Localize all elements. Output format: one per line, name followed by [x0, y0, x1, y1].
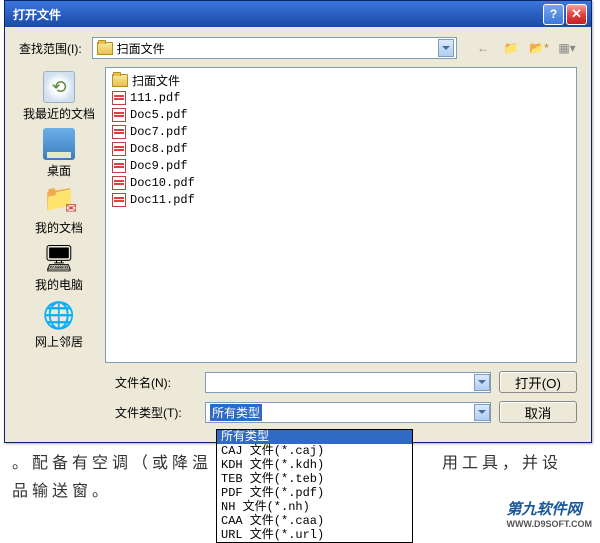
filetype-option[interactable]: CAJ 文件(*.caj) [217, 444, 412, 458]
recent-icon [43, 71, 75, 103]
pdf-icon [112, 142, 126, 156]
file-name: 111.pdf [130, 91, 180, 105]
documents-icon [43, 185, 75, 217]
filename-label: 文件名(N): [115, 374, 197, 391]
computer-icon [43, 242, 75, 274]
look-in-value: 扫面文件 [117, 40, 165, 57]
sidebar-item-documents[interactable]: 我的文档 [35, 185, 83, 236]
file-name: 扫面文件 [132, 72, 180, 89]
open-button[interactable]: 打开(O) [499, 371, 577, 393]
file-item[interactable]: Doc5.pdf [112, 106, 570, 123]
new-folder-icon[interactable]: 📂* [529, 38, 549, 58]
open-file-dialog: 打开文件 ? ✕ 查找范围(I): 扫面文件 ← 📁 📂* ▦▾ 我最近的文档 … [4, 0, 592, 443]
file-item[interactable]: Doc11.pdf [112, 191, 570, 208]
view-menu-icon[interactable]: ▦▾ [557, 38, 577, 58]
dropdown-arrow-icon[interactable] [474, 374, 490, 391]
folder-icon [97, 42, 113, 55]
file-name: Doc8.pdf [130, 142, 188, 156]
filetype-option[interactable]: 所有类型 [217, 430, 412, 444]
file-item[interactable]: 111.pdf [112, 89, 570, 106]
file-name: Doc10.pdf [130, 176, 195, 190]
file-item[interactable]: Doc8.pdf [112, 140, 570, 157]
dropdown-arrow-icon[interactable] [474, 404, 490, 421]
back-icon[interactable]: ← [473, 38, 493, 58]
pdf-icon [112, 159, 126, 173]
file-item[interactable]: Doc7.pdf [112, 123, 570, 140]
cancel-button[interactable]: 取消 [499, 401, 577, 423]
desktop-icon [43, 128, 75, 160]
filetype-option[interactable]: TEB 文件(*.teb) [217, 472, 412, 486]
file-item[interactable]: 扫面文件 [112, 72, 570, 89]
filetype-option[interactable]: CAA 文件(*.caa) [217, 514, 412, 528]
filetype-combo[interactable]: 所有类型 [205, 402, 491, 423]
file-item[interactable]: Doc10.pdf [112, 174, 570, 191]
network-icon [43, 299, 75, 331]
titlebar[interactable]: 打开文件 ? ✕ [5, 1, 591, 27]
sidebar-item-recent[interactable]: 我最近的文档 [23, 71, 95, 122]
sidebar-item-network[interactable]: 网上邻居 [35, 299, 83, 350]
look-in-row: 查找范围(I): 扫面文件 ← 📁 📂* ▦▾ [5, 27, 591, 67]
file-name: Doc5.pdf [130, 108, 188, 122]
filetype-option[interactable]: URL 文件(*.url) [217, 528, 412, 542]
filename-input[interactable] [205, 372, 491, 393]
filetype-option[interactable]: KDH 文件(*.kdh) [217, 458, 412, 472]
folder-icon [112, 74, 128, 87]
sidebar-item-computer[interactable]: 我的电脑 [35, 242, 83, 293]
pdf-icon [112, 108, 126, 122]
help-button[interactable]: ? [543, 4, 564, 25]
file-name: Doc9.pdf [130, 159, 188, 173]
file-item[interactable]: Doc9.pdf [112, 157, 570, 174]
filetype-option[interactable]: PDF 文件(*.pdf) [217, 486, 412, 500]
watermark: 第九软件网 WWW.D9SOFT.COM [507, 498, 593, 529]
file-name: Doc7.pdf [130, 125, 188, 139]
pdf-icon [112, 125, 126, 139]
pdf-icon [112, 91, 126, 105]
filetype-dropdown-list[interactable]: 所有类型CAJ 文件(*.caj)KDH 文件(*.kdh)TEB 文件(*.t… [216, 429, 413, 543]
close-button[interactable]: ✕ [566, 4, 587, 25]
filetype-label: 文件类型(T): [115, 404, 197, 421]
file-name: Doc11.pdf [130, 193, 195, 207]
pdf-icon [112, 176, 126, 190]
places-sidebar: 我最近的文档 桌面 我的文档 我的电脑 网上邻居 [13, 67, 105, 363]
filetype-option[interactable]: NH 文件(*.nh) [217, 500, 412, 514]
pdf-icon [112, 193, 126, 207]
dropdown-arrow-icon[interactable] [438, 39, 454, 57]
dialog-title: 打开文件 [13, 6, 541, 23]
sidebar-item-desktop[interactable]: 桌面 [43, 128, 75, 179]
file-list[interactable]: 扫面文件 111.pdf Doc5.pdf Doc7.pdf Doc8.pdf Doc9.… [105, 67, 577, 363]
look-in-combo[interactable]: 扫面文件 [92, 37, 457, 59]
up-folder-icon[interactable]: 📁 [501, 38, 521, 58]
look-in-label: 查找范围(I): [19, 40, 82, 57]
